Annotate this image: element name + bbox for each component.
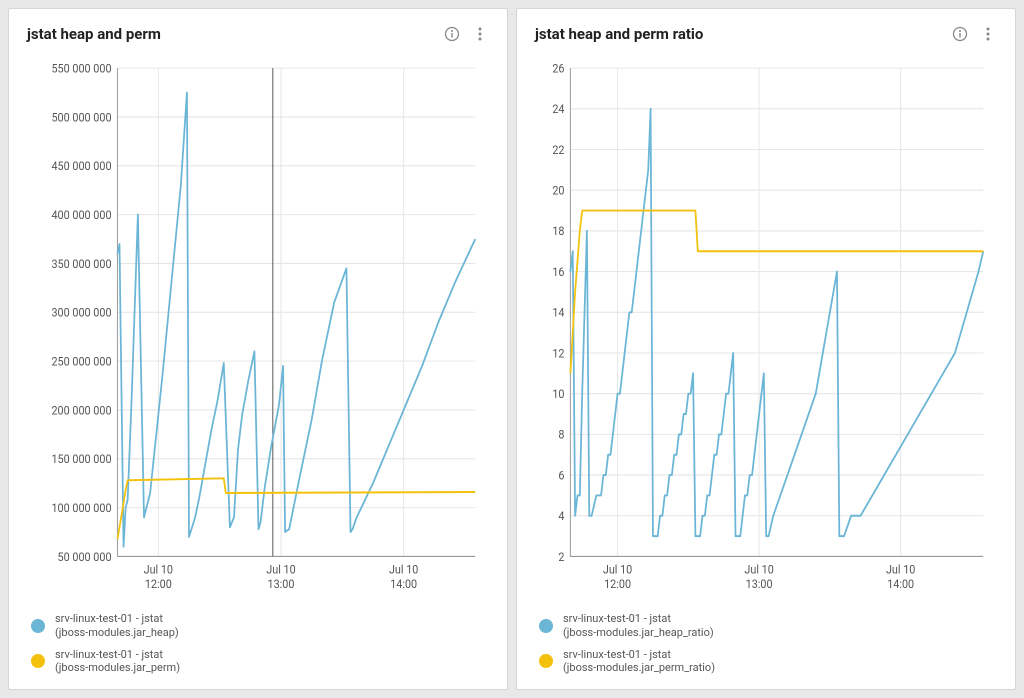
- legend-item-perm[interactable]: srv-linux-test-01 - jstat (jboss-modules…: [31, 648, 489, 676]
- svg-text:50 000 000: 50 000 000: [58, 549, 112, 564]
- svg-text:20: 20: [552, 183, 564, 198]
- more-icon[interactable]: [471, 25, 489, 43]
- svg-text:24: 24: [552, 102, 565, 117]
- panel-heap-perm: jstat heap and perm 50 000 000 100 000 00…: [8, 8, 508, 690]
- panel-header: jstat heap and perm: [27, 25, 489, 43]
- svg-text:12: 12: [552, 346, 564, 361]
- legend-item-heap[interactable]: srv-linux-test-01 - jstat (jboss-modules…: [31, 612, 489, 640]
- svg-text:13:00: 13:00: [268, 576, 295, 591]
- svg-text:400 000 000: 400 000 000: [51, 207, 111, 222]
- svg-text:200 000 000: 200 000 000: [51, 403, 111, 418]
- svg-text:150 000 000: 150 000 000: [51, 452, 111, 467]
- svg-text:14: 14: [552, 305, 565, 320]
- legend-label: srv-linux-test-01 - jstat (jboss-modules…: [563, 648, 715, 676]
- svg-text:12:00: 12:00: [604, 576, 631, 591]
- legend-swatch: [539, 619, 553, 633]
- svg-text:14:00: 14:00: [887, 576, 914, 591]
- svg-text:Jul 10: Jul 10: [744, 562, 773, 577]
- legend-swatch: [31, 619, 45, 633]
- panel-heap-perm-ratio: jstat heap and perm ratio 24681012141618…: [516, 8, 1016, 690]
- legend-label: srv-linux-test-01 - jstat (jboss-modules…: [55, 612, 179, 640]
- svg-text:22: 22: [552, 142, 564, 157]
- svg-text:14:00: 14:00: [390, 576, 417, 591]
- svg-text:250 000 000: 250 000 000: [51, 354, 111, 369]
- dashboard: jstat heap and perm 50 000 000 100 000 00…: [8, 8, 1016, 690]
- svg-text:350 000 000: 350 000 000: [51, 256, 111, 271]
- legend-swatch: [31, 654, 45, 668]
- legend: srv-linux-test-01 - jstat (jboss-modules…: [535, 612, 997, 675]
- svg-text:450 000 000: 450 000 000: [51, 159, 111, 174]
- info-icon[interactable]: [951, 25, 969, 43]
- svg-text:500 000 000: 500 000 000: [51, 110, 111, 125]
- svg-text:26: 26: [552, 61, 564, 76]
- legend-swatch: [539, 654, 553, 668]
- svg-text:Jul 10: Jul 10: [389, 562, 418, 577]
- panel-actions: [951, 25, 997, 43]
- svg-text:Jul 10: Jul 10: [144, 562, 173, 577]
- svg-text:300 000 000: 300 000 000: [51, 305, 111, 320]
- svg-text:Jul 10: Jul 10: [603, 562, 632, 577]
- svg-text:2: 2: [558, 549, 564, 564]
- legend-label: srv-linux-test-01 - jstat (jboss-modules…: [563, 612, 714, 640]
- svg-text:550 000 000: 550 000 000: [51, 61, 111, 76]
- chart-area[interactable]: 2468101214161820222426Jul 1012:00Jul 101…: [535, 53, 997, 604]
- svg-text:Jul 10: Jul 10: [266, 562, 295, 577]
- svg-text:13:00: 13:00: [746, 576, 773, 591]
- svg-text:4: 4: [558, 509, 565, 524]
- svg-text:16: 16: [552, 264, 564, 279]
- legend-item-heap-ratio[interactable]: srv-linux-test-01 - jstat (jboss-modules…: [539, 612, 997, 640]
- legend: srv-linux-test-01 - jstat (jboss-modules…: [27, 612, 489, 675]
- legend-label: srv-linux-test-01 - jstat (jboss-modules…: [55, 648, 180, 676]
- legend-item-perm-ratio[interactable]: srv-linux-test-01 - jstat (jboss-modules…: [539, 648, 997, 676]
- svg-text:8: 8: [558, 427, 564, 442]
- more-icon[interactable]: [979, 25, 997, 43]
- svg-text:Jul 10: Jul 10: [886, 562, 915, 577]
- svg-text:10: 10: [552, 386, 564, 401]
- svg-text:6: 6: [558, 468, 564, 483]
- panel-header: jstat heap and perm ratio: [535, 25, 997, 43]
- svg-text:12:00: 12:00: [145, 576, 172, 591]
- panel-actions: [443, 25, 489, 43]
- panel-title: jstat heap and perm ratio: [535, 25, 703, 43]
- svg-text:100 000 000: 100 000 000: [51, 500, 111, 515]
- chart-area[interactable]: 50 000 000 100 000 000 150 000 000 200 000 …: [27, 53, 489, 604]
- info-icon[interactable]: [443, 25, 461, 43]
- svg-text:18: 18: [552, 224, 564, 239]
- panel-title: jstat heap and perm: [27, 25, 161, 43]
